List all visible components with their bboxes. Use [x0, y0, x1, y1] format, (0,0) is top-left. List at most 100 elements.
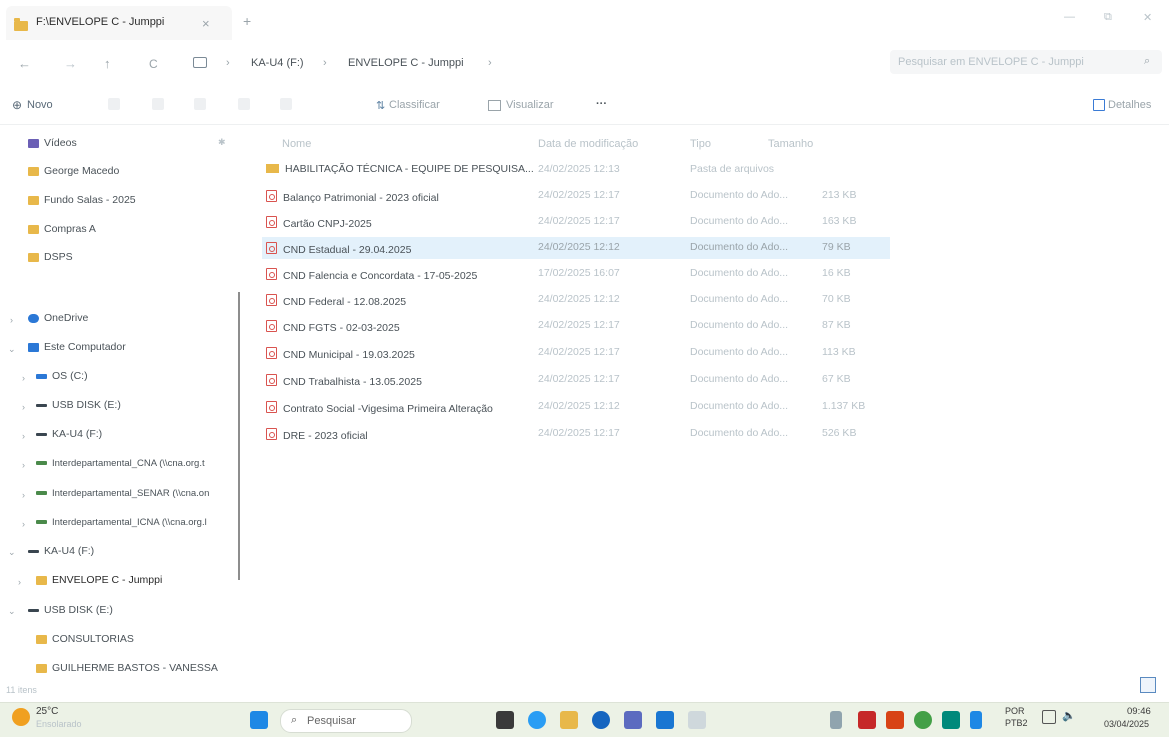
windows-start-icon[interactable] — [250, 711, 268, 729]
cut-icon[interactable] — [108, 98, 120, 110]
file-row[interactable]: Cartão CNPJ-2025 24/02/2025 12:17 Docume… — [262, 211, 890, 233]
sun-weather-icon — [12, 708, 30, 726]
file-row-selected[interactable]: CND Estadual - 29.04.2025 24/02/2025 12:… — [262, 237, 890, 259]
back-button[interactable]: ← — [18, 56, 31, 71]
app-icon[interactable] — [914, 711, 932, 729]
file-type: Documento do Ado... — [690, 427, 789, 439]
clock-time[interactable]: 09:46 — [1127, 706, 1151, 717]
file-row[interactable]: CND Falencia e Concordata - 17-05-2025 1… — [262, 263, 890, 285]
expand-chevron-icon[interactable]: › — [22, 519, 25, 529]
keyboard-layout[interactable]: PTB2 — [1005, 718, 1028, 728]
sidebar-item-videos[interactable]: Vídeos — [28, 137, 77, 149]
search-box[interactable]: Pesquisar em ENVELOPE C - Jumppi ⌕ — [890, 50, 1162, 74]
refresh-button[interactable]: C — [149, 57, 158, 71]
taskbar-search-box[interactable]: ⌕ Pesquisar — [280, 709, 412, 733]
sidebar-item-fundo[interactable]: Fundo Salas - 2025 — [28, 194, 136, 206]
app-icon[interactable] — [688, 711, 706, 729]
sidebar-item-drive-c[interactable]: OS (C:) — [36, 370, 88, 382]
forward-button[interactable]: → — [64, 56, 77, 71]
window-tab[interactable]: F:\ENVELOPE C - Jumppi × — [6, 6, 232, 40]
edge-icon[interactable] — [592, 711, 610, 729]
file-size: 163 KB — [822, 215, 857, 227]
sidebar-item-dsps[interactable]: DSPS — [28, 251, 73, 263]
column-header-type[interactable]: Tipo — [690, 138, 711, 150]
teams-icon[interactable] — [624, 711, 642, 729]
chrome-icon[interactable] — [528, 711, 546, 729]
sidebar-item-ka-u4[interactable]: KA-U4 (F:) — [28, 545, 94, 557]
new-tab-button[interactable]: + — [243, 13, 251, 29]
file-row[interactable]: HABILITAÇÃO TÉCNICA - EQUIPE DE PESQUISA… — [262, 159, 890, 181]
share-icon[interactable] — [238, 98, 250, 110]
sidebar-item-network-icna[interactable]: Interdepartamental_ICNA (\\cna.org.l — [36, 517, 207, 528]
close-tab-icon[interactable]: × — [202, 16, 210, 31]
expand-chevron-icon[interactable]: › — [22, 402, 25, 412]
acrobat-icon[interactable] — [858, 711, 876, 729]
weather-temperature[interactable]: 25°C — [36, 706, 58, 717]
sidebar-item-label: KA-U4 (F:) — [44, 545, 95, 557]
sidebar-item-compras[interactable]: Compras A — [28, 223, 96, 235]
restore-button[interactable]: ⧉ — [1104, 11, 1112, 24]
details-view-toggle-icon[interactable] — [1140, 677, 1156, 693]
file-row[interactable]: Contrato Social -Vigesima Primeira Alter… — [262, 396, 890, 418]
more-button[interactable]: ··· — [596, 98, 607, 110]
sidebar-item-consultorias[interactable]: CONSULTORIAS — [36, 633, 134, 645]
expand-chevron-icon[interactable]: › — [18, 577, 21, 587]
sidebar-scrollbar[interactable] — [238, 292, 240, 580]
sidebar-item-envelope[interactable]: ENVELOPE C - Jumppi — [36, 574, 162, 586]
task-view-icon[interactable] — [496, 711, 514, 729]
details-button[interactable]: Detalhes — [1108, 99, 1151, 111]
clock-date[interactable]: 03/04/2025 — [1104, 719, 1149, 729]
language-indicator[interactable]: POR — [1005, 706, 1025, 716]
expand-chevron-icon[interactable]: › — [10, 315, 13, 325]
minimize-button[interactable]: — — [1064, 11, 1075, 23]
file-row[interactable]: CND Federal - 12.08.2025 24/02/2025 12:1… — [262, 289, 890, 311]
pdf-icon — [266, 374, 277, 386]
new-button[interactable]: Novo — [27, 99, 53, 111]
close-window-button[interactable]: ✕ — [1143, 11, 1152, 24]
up-button[interactable]: ↑ — [104, 56, 111, 71]
pdf-icon — [266, 242, 277, 254]
app-icon[interactable] — [942, 711, 960, 729]
taskbar-search-input[interactable]: Pesquisar — [307, 715, 356, 727]
file-explorer-icon[interactable] — [560, 711, 578, 729]
column-header-size[interactable]: Tamanho — [768, 138, 813, 150]
breadcrumb-item[interactable]: ENVELOPE C - Jumppi — [348, 57, 464, 69]
expand-chevron-icon[interactable]: › — [22, 460, 25, 470]
sidebar-item-network-senar[interactable]: Interdepartamental_SENAR (\\cna.on — [36, 488, 209, 499]
column-header-date[interactable]: Data de modificação — [538, 138, 638, 150]
paste-icon[interactable] — [194, 98, 206, 110]
search-input[interactable]: Pesquisar em ENVELOPE C - Jumppi — [898, 56, 1084, 68]
collapse-chevron-icon[interactable]: ⌄ — [8, 547, 16, 558]
sort-button[interactable]: Classificar — [389, 99, 440, 111]
sidebar-item-this-pc[interactable]: Este Computador — [28, 341, 126, 353]
delete-icon[interactable] — [280, 98, 292, 110]
copy-icon[interactable] — [152, 98, 164, 110]
file-row[interactable]: CND FGTS - 02-03-2025 24/02/2025 12:17 D… — [262, 315, 890, 337]
weather-description: Ensolarado — [36, 719, 82, 729]
expand-chevron-icon[interactable]: › — [22, 490, 25, 500]
outlook-icon[interactable] — [656, 711, 674, 729]
sidebar-item-drive-f[interactable]: KA-U4 (F:) — [36, 428, 102, 440]
file-row[interactable]: DRE - 2023 oficial 24/02/2025 12:17 Docu… — [262, 423, 890, 445]
column-header-name[interactable]: Nome — [282, 138, 311, 150]
sidebar-item-drive-e[interactable]: USB DISK (E:) — [36, 399, 121, 411]
sidebar-item-george[interactable]: George Macedo — [28, 165, 119, 177]
onedrive-tray-icon[interactable] — [970, 711, 982, 729]
file-row[interactable]: CND Municipal - 19.03.2025 24/02/2025 12… — [262, 342, 890, 364]
sidebar-item-usb[interactable]: USB DISK (E:) — [28, 604, 113, 616]
expand-chevron-icon[interactable]: › — [22, 431, 25, 441]
breadcrumb-item[interactable]: KA-U4 (F:) — [251, 57, 304, 69]
expand-chevron-icon[interactable]: › — [22, 373, 25, 383]
sidebar-item-guilherme[interactable]: GUILHERME BASTOS - VANESSA — [36, 662, 218, 674]
app-icon[interactable] — [830, 711, 842, 729]
file-row[interactable]: Balanço Patrimonial - 2023 oficial 24/02… — [262, 185, 890, 207]
collapse-chevron-icon[interactable]: ⌄ — [8, 606, 16, 617]
file-row[interactable]: CND Trabalhista - 13.05.2025 24/02/2025 … — [262, 369, 890, 391]
sidebar-item-onedrive[interactable]: OneDrive — [28, 312, 88, 324]
network-icon[interactable] — [1042, 710, 1056, 724]
collapse-chevron-icon[interactable]: ⌄ — [8, 344, 16, 355]
view-button[interactable]: Visualizar — [506, 99, 554, 111]
volume-icon[interactable]: 🔈 — [1062, 709, 1076, 722]
sidebar-item-network-cna[interactable]: Interdepartamental_CNA (\\cna.org.t — [36, 458, 205, 469]
powerpoint-icon[interactable] — [886, 711, 904, 729]
